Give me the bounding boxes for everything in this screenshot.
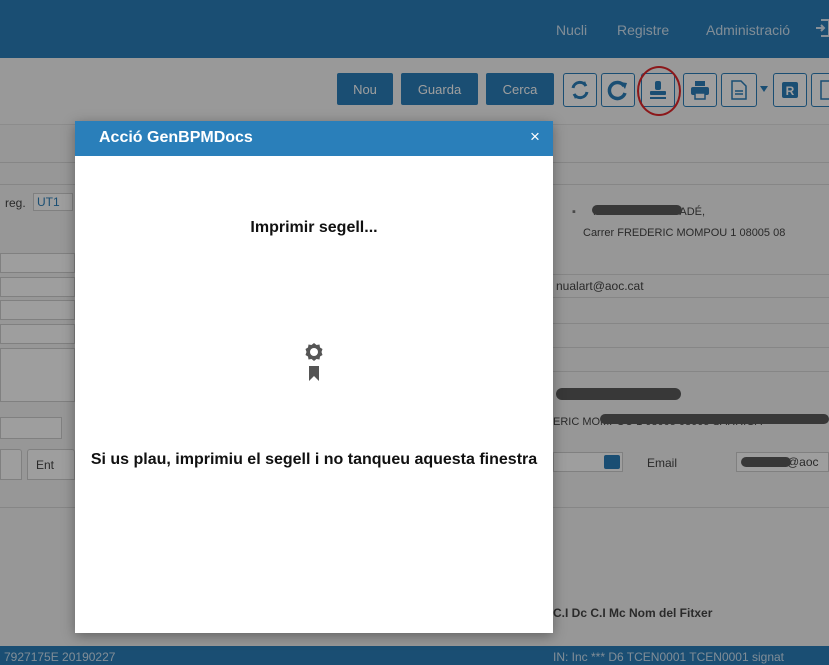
modal-heading: Imprimir segell... [250,219,378,236]
modal-header: Acció GenBPMDocs × [75,121,553,156]
modal-message: Si us plau, imprimiu el segell i no tanq… [90,451,538,468]
modal-title: Acció GenBPMDocs [99,129,253,146]
modal-dialog: Acció GenBPMDocs × Imprimir segell... Si… [75,121,553,633]
close-icon[interactable]: × [526,127,544,147]
award-seal-icon [305,343,323,381]
